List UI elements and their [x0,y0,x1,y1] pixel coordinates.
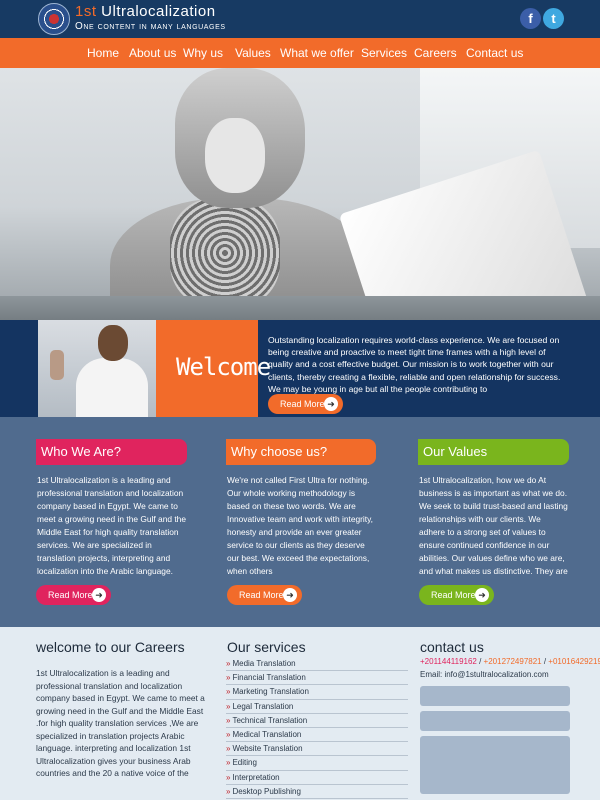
service-item[interactable]: » Technical Translation [226,714,408,728]
service-item[interactable]: » Media Translation [226,657,408,672]
welcome-read-more-label: Read More [280,399,325,409]
service-label: Financial Translation [232,673,306,683]
main-nav: Home About us Why us Values What we offe… [0,38,600,68]
contact-phones: +201144119162 / +201272497821 / +0101642… [420,657,600,666]
welcome-photo-background [50,350,64,380]
welcome-photo-person-body [76,358,148,417]
phone-2[interactable]: +201272497821 [484,657,542,666]
service-item[interactable]: » Interpretation [226,771,408,785]
services-title: Our services [227,639,306,655]
service-item[interactable]: » Financial Translation [226,671,408,686]
service-label: Legal Translation [232,701,294,711]
welcome-photo-person-head [98,325,128,361]
double-chevron-icon: » [226,673,231,683]
card-our-values-title: Our Values [418,439,569,465]
brand-title-number: 1st [75,3,97,20]
contact-email[interactable]: Email: info@1stultralocalization.com [420,670,549,679]
double-chevron-icon: » [226,744,231,754]
service-item[interactable]: » Medical Translation [226,728,408,743]
careers-text: 1st Ultralocalization is a leading and p… [36,668,205,778]
footer-section: welcome to our Careers 1st Ultralocaliza… [0,627,600,800]
double-chevron-icon: » [226,729,231,739]
service-label: Media Translation [232,659,296,668]
service-item[interactable]: » Website Translation [226,742,408,757]
service-label: Medical Translation [232,729,302,739]
hero-table [0,296,600,320]
why-choose-us-read-more-button[interactable]: Read More ➜ [227,585,302,605]
nav-home[interactable]: Home [87,46,119,60]
welcome-text: Outstanding localization requires world-… [268,335,561,394]
double-chevron-icon: » [226,758,231,768]
nav-values[interactable]: Values [235,46,271,60]
service-item[interactable]: » Marketing Translation [226,685,408,700]
service-item[interactable]: » Legal Translation [226,700,408,714]
info-cards-section: Who We Are? 1st Ultralocalization is a l… [0,417,600,627]
logo-icon[interactable] [38,3,70,35]
card-who-we-are-title: Who We Are? [36,439,187,465]
double-chevron-icon: » [226,715,231,725]
double-chevron-icon: » [226,786,231,796]
who-we-are-read-more-label: Read More [48,590,93,600]
twitter-icon[interactable]: t [543,8,564,29]
hero-person-face [205,118,265,193]
nav-careers[interactable]: Careers [414,46,457,60]
our-values-read-more-label: Read More [431,590,476,600]
arrow-right-icon: ➜ [324,397,338,411]
card-our-values-text: 1st Ultralocalization, how we do At busi… [419,475,568,576]
welcome-tile: Welcome [156,320,271,417]
service-item[interactable]: » Editing [226,756,408,771]
contact-name-field[interactable] [420,686,570,706]
service-label: Editing [232,758,257,768]
who-we-are-read-more-button[interactable]: Read More ➜ [36,585,111,605]
card-why-choose-us-text: We're not called First Ultra for nothing… [227,475,374,576]
brand-tagline: One content in many languages [75,21,226,32]
contact-email-field[interactable] [420,711,570,731]
phone-separator: / [476,657,484,666]
welcome-section: Welcome Outstanding localization require… [0,320,600,417]
service-item[interactable]: » Desktop Publishing [226,785,408,799]
double-chevron-icon: » [226,772,231,782]
arrow-right-icon: ➜ [92,588,106,602]
brand-title-text: Ultralocalization [96,3,216,20]
services-list: » Media Translation » Financial Translatio… [226,657,408,799]
service-label: Technical Translation [232,715,308,725]
welcome-read-more-button[interactable]: Read More ➜ [268,394,343,414]
site-header: 1st Ultralocalization One content in man… [0,0,600,38]
nav-services[interactable]: Services [361,46,407,60]
hero-image [0,68,600,320]
phone-3[interactable]: +01016429219 [548,657,600,666]
service-label: Desktop Publishing [232,786,301,796]
double-chevron-icon: » [226,701,231,711]
phone-1[interactable]: +201144119162 [420,657,477,666]
nav-about-us[interactable]: About us [129,46,176,60]
contact-message-field[interactable] [420,736,570,794]
service-label: Website Translation [232,744,303,754]
arrow-right-icon: ➜ [475,588,489,602]
careers-title: welcome to our Careers [36,639,185,655]
service-label: Interpretation [232,772,280,782]
our-values-read-more-button[interactable]: Read More ➜ [419,585,494,605]
card-who-we-are-text: 1st Ultralocalization is a leading and p… [37,475,186,576]
nav-contact-us[interactable]: Contact us [466,46,523,60]
nav-what-we-offer[interactable]: What we offer [280,46,354,60]
nav-why-us[interactable]: Why us [183,46,223,60]
arrow-right-icon: ➜ [283,588,297,602]
double-chevron-icon: » [226,687,231,697]
welcome-photo [38,320,156,417]
hero-scarf [170,198,280,308]
card-why-choose-us-title: Why choose us? [226,439,376,465]
double-chevron-icon: » [226,659,231,668]
brand-title[interactable]: 1st Ultralocalization [75,3,216,20]
welcome-heading: Welcome [176,353,271,381]
facebook-icon[interactable]: f [520,8,541,29]
why-choose-us-read-more-label: Read More [239,590,284,600]
contact-title: contact us [420,639,484,655]
service-label: Marketing Translation [232,687,309,697]
